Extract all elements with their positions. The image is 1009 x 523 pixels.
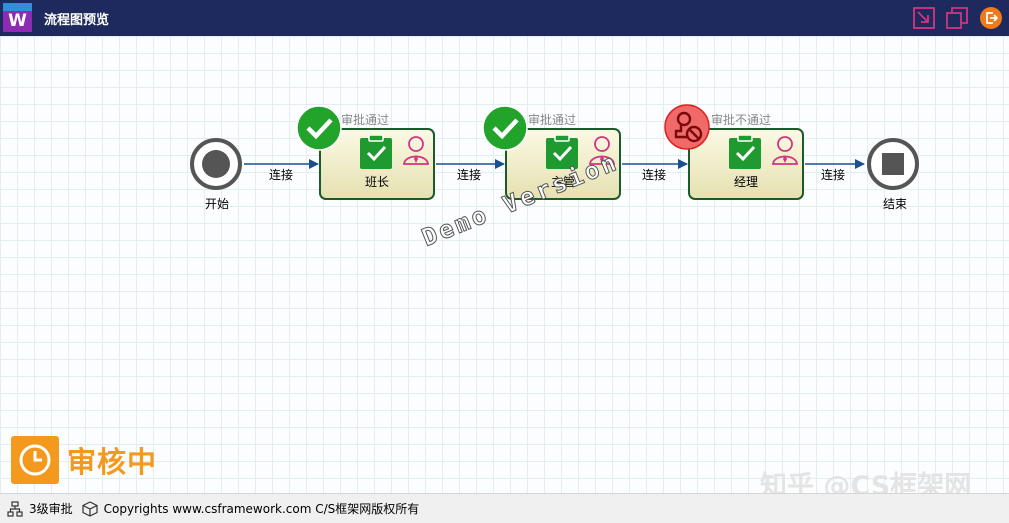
task-node-label: 经理	[733, 175, 758, 189]
restore-window-icon	[946, 7, 968, 29]
exit-icon	[980, 7, 1002, 29]
edge-label-1: 连接	[269, 168, 294, 182]
node-status-text: 审批不通过	[711, 113, 772, 127]
approval-state-label: 审核中	[67, 445, 158, 479]
approval-level-text: 3级审批	[29, 502, 73, 516]
window-title: 流程图预览	[44, 13, 110, 28]
end-event-label: 结束	[883, 197, 908, 211]
approval-state-badge: 审核中	[11, 436, 157, 484]
user-icon	[403, 136, 429, 165]
task-clipboard-icon	[729, 135, 761, 169]
edge-label-2: 连接	[457, 168, 482, 182]
node-status-text: 审批通过	[528, 113, 577, 127]
end-event[interactable]	[867, 138, 919, 190]
rejected-stamp-icon	[664, 104, 710, 150]
copyright-text: Copyrights www.csframework.com C/S框架网版权所…	[103, 502, 420, 516]
approved-check-icon	[296, 105, 342, 151]
hierarchy-icon	[7, 500, 23, 517]
restore-window-button[interactable]	[945, 6, 969, 30]
clock-icon	[11, 436, 59, 484]
window-titlebar: W 流程图预览	[0, 0, 1009, 36]
exit-button[interactable]	[979, 6, 1003, 30]
user-icon	[772, 136, 798, 165]
flow-canvas: 开始 结束 连接 连接 连接 连接 班长 审批通过 主管 审批通过 经理 审批不…	[0, 36, 1009, 502]
edge-label-3: 连接	[642, 168, 667, 182]
node-status-text: 审批通过	[341, 113, 390, 127]
task-clipboard-icon	[360, 135, 392, 169]
status-bar: 3级审批 Copyrights www.csframework.com C/S框…	[0, 493, 1009, 523]
start-event-label: 开始	[205, 197, 230, 211]
edge-label-4: 连接	[821, 168, 846, 182]
task-node-label: 班长	[364, 175, 389, 189]
shrink-window-button[interactable]	[912, 6, 936, 30]
shrink-window-icon	[913, 7, 935, 29]
start-event[interactable]	[190, 138, 242, 190]
approved-check-icon	[482, 105, 528, 151]
cube-icon	[82, 500, 98, 517]
app-logo-icon: W	[3, 3, 32, 32]
